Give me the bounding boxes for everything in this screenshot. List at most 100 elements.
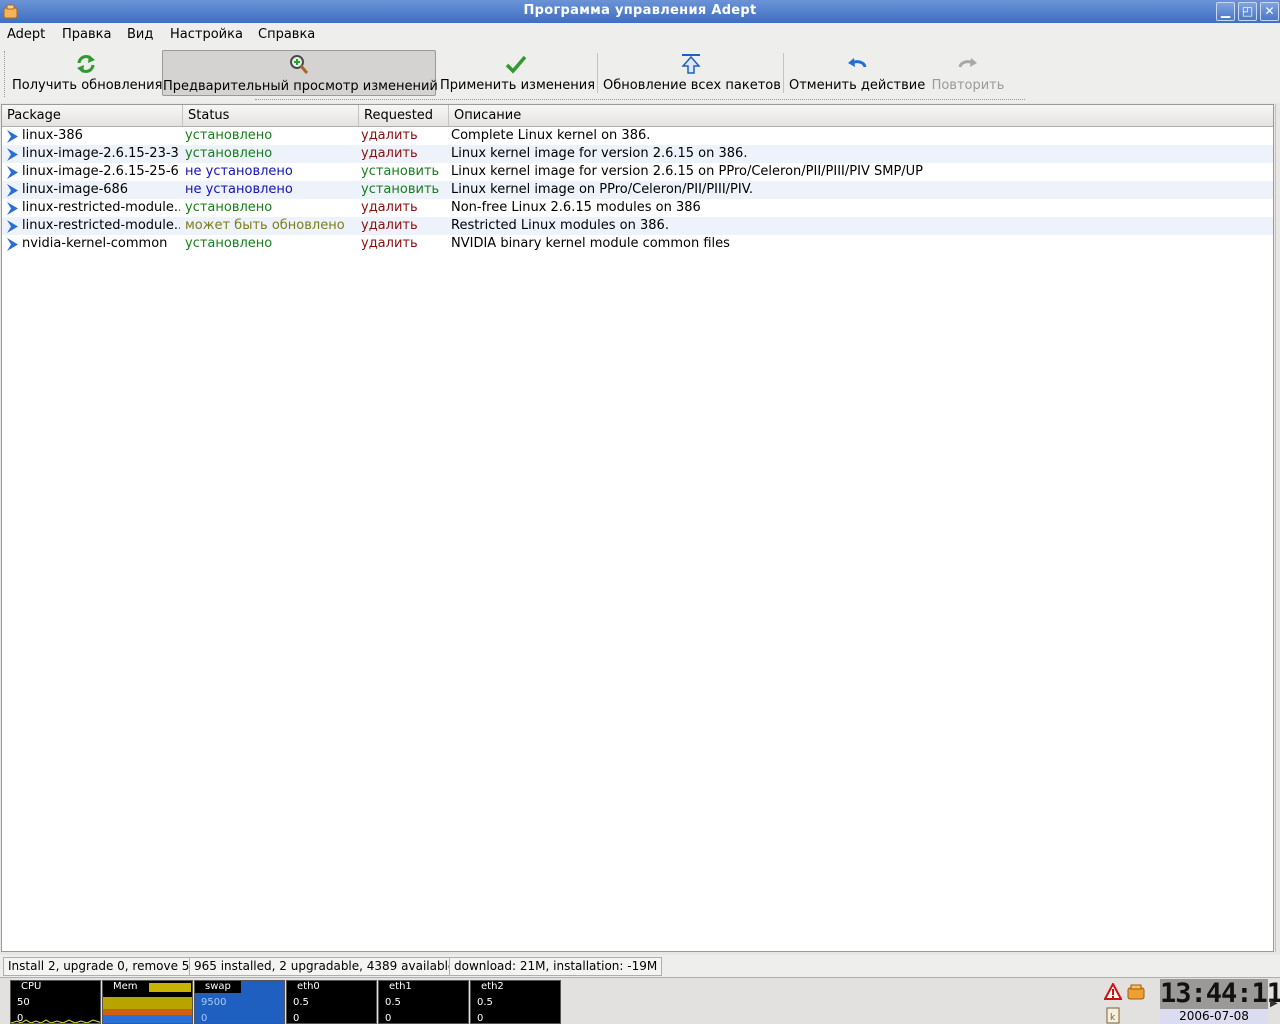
package-name: linux-restricted-module...: [22, 218, 180, 233]
swap-monitor[interactable]: swap 9500 0: [194, 980, 285, 1024]
kde-panel: CPU 50 0 Mem swap 9500 0 eth0 0.5 0 eth1…: [0, 977, 1280, 1024]
eth2-monitor-min: 0: [477, 1013, 484, 1024]
memory-monitor[interactable]: Mem: [102, 980, 193, 1024]
upgrade-arrow-icon: [681, 54, 701, 74]
package-name: linux-image-2.6.15-23-3...: [22, 146, 180, 161]
status-counts: 965 installed, 2 upgradable, 4389 availa…: [189, 957, 461, 976]
package-status: не установлено: [185, 164, 293, 179]
expand-arrow-icon[interactable]: [6, 130, 19, 143]
column-header-description[interactable]: Описание: [449, 105, 1273, 126]
table-row[interactable]: nvidia-kernel-common установлено удалить…: [2, 235, 1273, 253]
expand-arrow-icon[interactable]: [6, 148, 19, 161]
package-status: установлено: [185, 200, 273, 215]
menu-help[interactable]: Справка: [258, 27, 315, 42]
eth0-monitor-label: eth0: [297, 981, 320, 992]
cpu-monitor[interactable]: CPU 50 0: [10, 980, 101, 1024]
menu-view[interactable]: Вид: [127, 27, 153, 42]
package-status: установлено: [185, 146, 273, 161]
status-sizes: download: 21M, installation: -19M: [449, 957, 663, 976]
redo-icon: [958, 58, 977, 68]
klipper-icon[interactable]: k: [1104, 1006, 1122, 1024]
expand-arrow-icon[interactable]: [6, 238, 19, 251]
list-scrollbar[interactable]: [1275, 104, 1280, 952]
eth1-monitor-value: 0.5: [385, 997, 401, 1008]
memory-graph-used: [103, 997, 192, 1009]
memory-monitor-label: Mem: [113, 981, 138, 992]
package-status: не установлено: [185, 182, 293, 197]
table-row[interactable]: linux-image-2.6.15-25-6... не установлен…: [2, 163, 1273, 181]
table-row[interactable]: linux-restricted-module... может быть об…: [2, 217, 1273, 235]
close-button[interactable]: ✕: [1260, 2, 1279, 21]
preview-changes-label: Предварительный просмотр изменений: [163, 79, 438, 94]
toolbar: Получить обновления Предварительный прос…: [0, 47, 1280, 103]
package-name: linux-386: [22, 128, 83, 143]
package-name: linux-restricted-module...: [22, 200, 180, 215]
zoom-in-icon: [290, 55, 309, 74]
minimize-button[interactable]: ▁: [1216, 2, 1235, 21]
package-name: nvidia-kernel-common: [22, 236, 168, 251]
redo-button[interactable]: Повторить: [930, 50, 1006, 96]
menu-settings[interactable]: Настройка: [170, 27, 243, 42]
maximize-button[interactable]: ◰: [1238, 2, 1257, 21]
fetch-updates-button[interactable]: Получить обновления: [12, 50, 163, 96]
expand-arrow-icon[interactable]: [6, 202, 19, 215]
swap-monitor-min: 0: [201, 1013, 208, 1024]
expand-arrow-icon[interactable]: [6, 166, 19, 179]
refresh-icon: [77, 55, 95, 73]
memory-usage-bar: [149, 983, 191, 992]
undo-icon: [848, 58, 867, 68]
column-header-requested[interactable]: Requested: [359, 105, 449, 126]
package-manager-tray-icon[interactable]: [1127, 983, 1145, 1001]
eth2-monitor[interactable]: eth2 0.5 0: [470, 980, 561, 1024]
clock[interactable]: 13:44:11: [1160, 979, 1280, 1009]
package-requested: удалить: [361, 146, 418, 161]
list-header: Package Status Requested Описание: [2, 105, 1273, 127]
package-description: Linux kernel image for version 2.6.15 on…: [451, 164, 924, 179]
toolbar-separator: [597, 53, 598, 93]
column-header-package[interactable]: Package: [2, 105, 183, 126]
package-requested: удалить: [361, 128, 418, 143]
fetch-updates-label: Получить обновления: [12, 78, 163, 93]
package-requested: удалить: [361, 218, 418, 233]
table-row[interactable]: linux-386 установлено удалить Complete L…: [2, 127, 1273, 145]
eth2-monitor-value: 0.5: [477, 997, 493, 1008]
undo-button[interactable]: Отменить действие: [789, 50, 925, 96]
cpu-graph: [11, 1019, 100, 1023]
panel-hide-arrow-icon[interactable]: ▶: [1270, 998, 1278, 1009]
swap-monitor-value: 9500: [201, 997, 227, 1008]
package-description: Complete Linux kernel on 386.: [451, 128, 651, 143]
eth1-monitor[interactable]: eth1 0.5 0: [378, 980, 469, 1024]
eth1-monitor-min: 0: [385, 1013, 392, 1024]
apply-changes-button[interactable]: Применить изменения: [440, 50, 596, 96]
swap-monitor-label: swap: [195, 981, 241, 993]
column-header-status[interactable]: Status: [183, 105, 359, 126]
table-row[interactable]: linux-image-2.6.15-23-3... установлено у…: [2, 145, 1273, 163]
package-description: Linux kernel image for version 2.6.15 on…: [451, 146, 748, 161]
status-summary: Install 2, upgrade 0, remove 5: [3, 957, 195, 976]
menu-adept[interactable]: Adept: [7, 27, 45, 42]
expand-arrow-icon[interactable]: [6, 184, 19, 197]
redo-label: Повторить: [931, 78, 1005, 93]
upgrade-all-button[interactable]: Обновление всех пакетов: [603, 50, 781, 96]
eth0-monitor[interactable]: eth0 0.5 0: [286, 980, 377, 1024]
table-row[interactable]: linux-restricted-module... установлено у…: [2, 199, 1273, 217]
package-list[interactable]: Package Status Requested Описание linux-…: [1, 104, 1274, 952]
warning-icon[interactable]: [1104, 983, 1122, 1001]
upgrade-all-label: Обновление всех пакетов: [603, 78, 781, 93]
package-description: Non-free Linux 2.6.15 modules on 386: [451, 200, 701, 215]
preview-changes-button[interactable]: Предварительный просмотр изменений: [162, 50, 438, 96]
toolbar-grip[interactable]: [4, 51, 7, 97]
cpu-monitor-value: 50: [17, 997, 30, 1008]
package-requested: удалить: [361, 236, 418, 251]
date[interactable]: 2006-07-08: [1160, 1009, 1268, 1024]
eth2-monitor-label: eth2: [481, 981, 504, 992]
package-name: linux-image-2.6.15-25-6...: [22, 164, 180, 179]
toolbar-separator: [783, 53, 784, 93]
package-description: NVIDIA binary kernel module common files: [451, 236, 730, 251]
table-row[interactable]: linux-image-686 не установлено установит…: [2, 181, 1273, 199]
menu-edit[interactable]: Правка: [62, 27, 111, 42]
window-titlebar[interactable]: Программа управления Adept ▁ ◰ ✕: [0, 0, 1280, 23]
expand-arrow-icon[interactable]: [6, 220, 19, 233]
apply-changes-label: Применить изменения: [440, 78, 596, 93]
package-status: установлено: [185, 128, 273, 143]
